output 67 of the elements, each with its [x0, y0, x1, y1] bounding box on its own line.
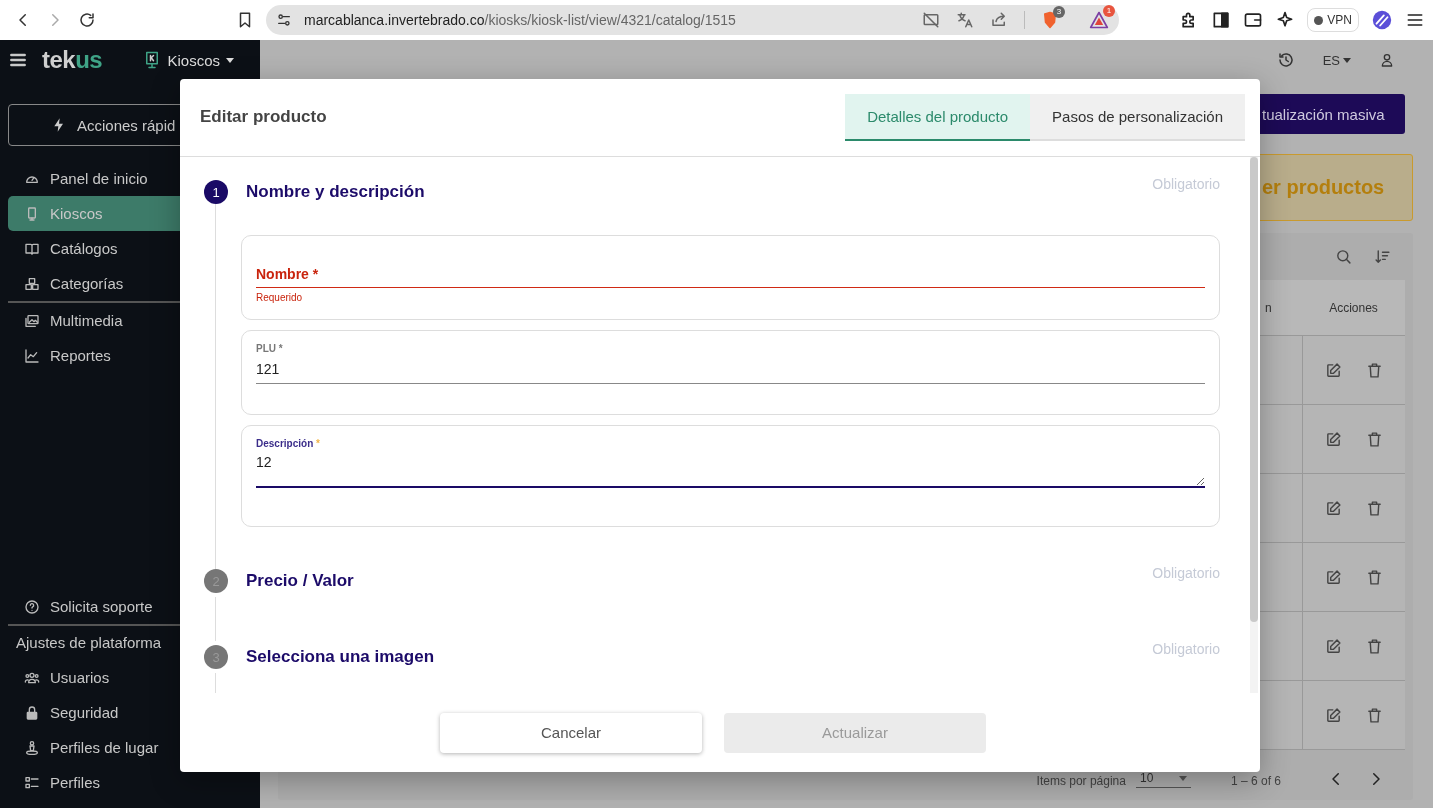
person-pin-icon [24, 739, 40, 756]
module-dropdown[interactable]: Kioscos [137, 48, 240, 72]
lion-shield-icon[interactable] [1041, 11, 1059, 29]
user-icon[interactable] [1379, 52, 1395, 68]
nav-item[interactable]: Perfiles de lugar [8, 730, 252, 765]
edit-icon[interactable] [1325, 568, 1342, 586]
tab[interactable]: Detalles del producto [845, 93, 1031, 141]
notification-badge: 3 [1053, 6, 1065, 18]
form-field[interactable]: Descripción * 12 [241, 425, 1220, 527]
chart-icon [24, 347, 40, 364]
url-text[interactable]: marcablanca.invertebrado.co/kiosks/kiosk-list/view/4321/catalog/1515 [304, 12, 910, 28]
step-title[interactable]: Precio / Valor [246, 571, 354, 591]
trash-icon[interactable] [1366, 706, 1383, 724]
edit-icon[interactable] [1325, 361, 1342, 379]
nav-item[interactable]: Seguridad [8, 695, 252, 730]
translate-icon[interactable] [956, 11, 974, 29]
step-title[interactable]: Selecciona una imagen [246, 647, 434, 667]
triangle-icon[interactable] [1089, 10, 1109, 30]
edit-icon[interactable] [1325, 637, 1342, 655]
field-label: PLU * [256, 343, 283, 354]
section-heading: Ajustes de plataforma [16, 633, 162, 653]
lock-icon [24, 704, 40, 721]
column-header: n [1265, 300, 1272, 315]
text-field[interactable]: 121 [256, 357, 1205, 384]
items-per-page-label: Items por página [1036, 774, 1126, 788]
trash-icon[interactable] [1366, 499, 1383, 517]
search-icon[interactable] [1335, 248, 1352, 265]
edit-icon[interactable] [1325, 499, 1342, 517]
trash-icon[interactable] [1366, 637, 1383, 655]
vpn-button[interactable]: VPN [1307, 8, 1359, 32]
form-field[interactable]: Nombre * Requerido [241, 235, 1220, 320]
wallet-icon[interactable] [1243, 10, 1264, 30]
trash-icon[interactable] [1366, 361, 1383, 379]
stripes-logo-icon[interactable] [1371, 9, 1393, 31]
tune-icon[interactable] [276, 12, 292, 28]
field-label: Descripción * [256, 438, 320, 449]
tab[interactable]: Pasos de personalización [1030, 93, 1245, 141]
action-button[interactable]: Cancelar [440, 712, 702, 753]
nav-item[interactable]: Perfiles [8, 765, 252, 800]
step-hint: Obligatorio [1152, 565, 1220, 581]
trash-icon[interactable] [1366, 430, 1383, 448]
form-field[interactable]: PLU * 121 [241, 330, 1220, 415]
step-hint: Obligatorio [1152, 641, 1220, 657]
share-icon[interactable] [990, 11, 1008, 29]
column-header: Acciones [1328, 300, 1379, 315]
scrollbar[interactable] [1250, 157, 1258, 693]
trash-icon[interactable] [1366, 568, 1383, 586]
error-text: Requerido [256, 292, 304, 303]
reload-icon[interactable] [78, 11, 96, 29]
text-area[interactable]: 12 [256, 452, 1205, 488]
sidebar-icon[interactable] [1211, 10, 1232, 30]
sort-icon[interactable] [1374, 248, 1391, 265]
page-range: 1 – 6 of 6 [1230, 774, 1281, 788]
notification-badge: 1 [1103, 5, 1115, 17]
edit-icon[interactable] [1325, 706, 1342, 724]
help-icon [24, 598, 40, 615]
camera-off-icon[interactable] [922, 11, 940, 29]
boxes-icon [24, 275, 40, 292]
history-icon[interactable] [1276, 51, 1295, 69]
language-selector[interactable]: ES [1316, 51, 1357, 69]
list-icon [24, 774, 40, 791]
step-hint: Obligatorio [1152, 176, 1220, 192]
images-icon [24, 312, 40, 329]
logo: tekus [42, 46, 103, 74]
edit-icon[interactable] [1325, 430, 1342, 448]
field-label: Nombre * [256, 266, 319, 282]
step-number: 1 [204, 180, 228, 204]
